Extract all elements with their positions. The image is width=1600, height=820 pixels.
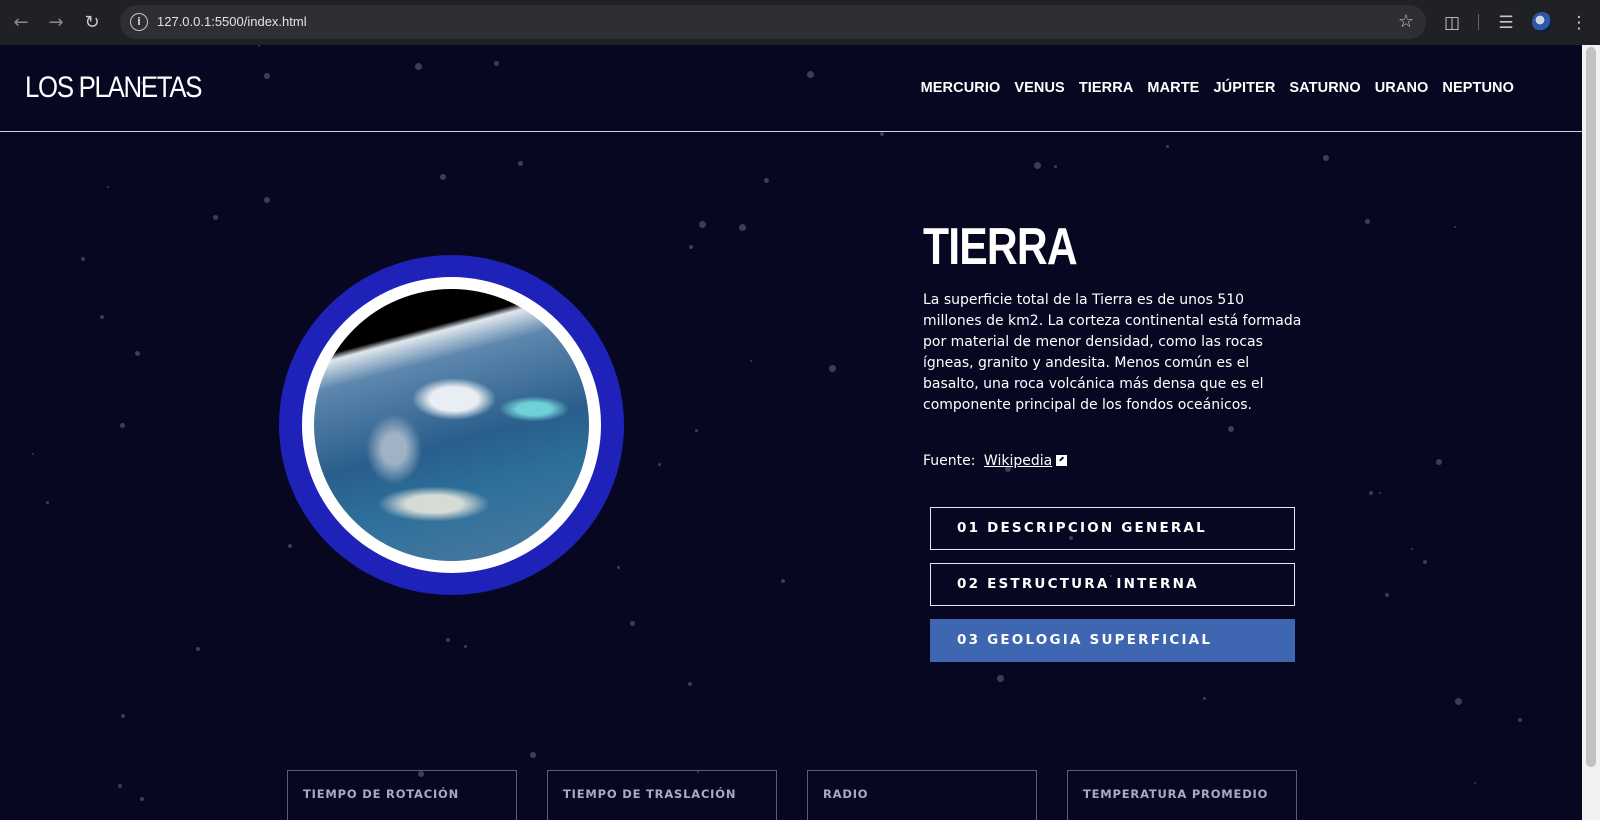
scrollbar-thumb[interactable]: [1586, 47, 1596, 767]
nav-item-neptuno[interactable]: NEPTUNO: [1442, 80, 1514, 96]
planet-description: La superficie total de la Tierra es de u…: [923, 292, 1302, 413]
source-line: Fuente: Wikipedia: [923, 453, 1068, 469]
address-bar[interactable]: i 127.0.0.1:5500/index.html ☆: [120, 5, 1426, 39]
star-dot: [135, 351, 140, 356]
stat-label: TIEMPO DE TRASLACIÓN: [563, 787, 737, 801]
toolbar-separator: [1478, 14, 1479, 30]
stat-card-rotation: TIEMPO DE ROTACIÓN: [287, 770, 517, 820]
browser-toolbar: ← → ↻ i 127.0.0.1:5500/index.html ☆ ◫ ☰ …: [0, 0, 1600, 45]
page: LOS PLANETAS MERCURIO VENUS TIERRA MARTE…: [0, 45, 1582, 820]
extensions-icon[interactable]: ◫: [1440, 11, 1464, 35]
star-dot: [997, 675, 1004, 682]
star-dot: [1474, 782, 1476, 784]
star-dot: [630, 621, 635, 626]
external-link-icon[interactable]: [1056, 455, 1068, 466]
star-dot: [1369, 491, 1373, 495]
star-dot: [118, 784, 122, 788]
stat-card-translation: TIEMPO DE TRASLACIÓN: [547, 770, 777, 820]
star-dot: [107, 186, 109, 188]
star-dot: [1455, 698, 1462, 705]
star-dot: [288, 544, 292, 548]
planet-ring: [279, 255, 624, 595]
star-dot: [1423, 560, 1427, 564]
star-dot: [1166, 145, 1169, 148]
star-icon[interactable]: ☆: [1398, 11, 1414, 32]
nav-item-saturno[interactable]: SATURNO: [1289, 80, 1360, 96]
star-dot: [1411, 548, 1413, 550]
nav-item-mercurio[interactable]: MERCURIO: [921, 80, 1001, 96]
star-dot: [140, 797, 144, 801]
star-dot: [699, 221, 706, 228]
star-dot: [213, 215, 218, 220]
url-text[interactable]: 127.0.0.1:5500/index.html: [157, 14, 307, 29]
star-dot: [81, 257, 85, 261]
star-dot: [264, 197, 270, 203]
tab-descripcion-general[interactable]: 01 DESCRIPCION GENERAL: [930, 507, 1295, 550]
star-dot: [617, 566, 620, 569]
reload-icon[interactable]: ↻: [80, 11, 104, 35]
star-dot: [1385, 593, 1389, 597]
nav-item-jupiter[interactable]: JÚPITER: [1213, 80, 1275, 96]
stat-label: TIEMPO DE ROTACIÓN: [303, 787, 460, 801]
site-logo[interactable]: LOS PLANETAS: [25, 71, 202, 105]
star-dot: [1454, 226, 1456, 228]
media-icon[interactable]: ☰: [1494, 11, 1518, 35]
star-dot: [781, 579, 785, 583]
star-dot: [695, 429, 698, 432]
star-dot: [880, 132, 884, 136]
star-dot: [1379, 492, 1381, 494]
star-dot: [688, 682, 692, 686]
scrollbar[interactable]: [1582, 45, 1600, 820]
star-dot: [440, 174, 446, 180]
forward-icon[interactable]: →: [44, 11, 68, 35]
menu-icon[interactable]: ⋮: [1567, 11, 1591, 35]
star-dot: [464, 645, 467, 648]
info-icon[interactable]: i: [130, 13, 148, 31]
planet-title: TIERRA: [923, 218, 1078, 276]
nav-item-tierra[interactable]: TIERRA: [1079, 80, 1134, 96]
stat-label: RADIO: [823, 787, 869, 801]
site-header: LOS PLANETAS MERCURIO VENUS TIERRA MARTE…: [0, 45, 1582, 132]
star-dot: [1228, 426, 1234, 432]
star-dot: [1054, 165, 1057, 168]
star-dot: [689, 245, 693, 249]
nav-item-urano[interactable]: URANO: [1375, 80, 1429, 96]
main-nav: MERCURIO VENUS TIERRA MARTE JÚPITER SATU…: [921, 80, 1514, 96]
star-dot: [446, 638, 450, 642]
source-link[interactable]: Wikipedia: [984, 453, 1052, 469]
nav-item-venus[interactable]: VENUS: [1014, 80, 1064, 96]
star-dot: [100, 315, 104, 319]
star-dot: [1518, 718, 1522, 722]
star-dot: [1203, 697, 1206, 700]
star-dot: [46, 501, 49, 504]
star-dot: [739, 224, 746, 231]
source-label: Fuente:: [923, 453, 976, 469]
planet-surface-image: [314, 289, 589, 561]
planet-frame: [302, 277, 601, 573]
star-dot: [1323, 155, 1329, 161]
star-dot: [518, 161, 523, 166]
star-dot: [764, 178, 769, 183]
nav-item-marte[interactable]: MARTE: [1147, 80, 1199, 96]
star-dot: [1365, 219, 1370, 224]
star-dot: [750, 360, 752, 362]
starfield-background: [0, 45, 1582, 820]
star-dot: [120, 423, 125, 428]
stat-label: TEMPERATURA PROMEDIO: [1083, 787, 1269, 801]
tab-estructura-interna[interactable]: 02 ESTRUCTURA INTERNA: [930, 563, 1295, 606]
star-dot: [829, 365, 836, 372]
star-dot: [1436, 459, 1442, 465]
star-dot: [32, 453, 34, 455]
star-dot: [121, 714, 125, 718]
stat-card-temperature: TEMPERATURA PROMEDIO: [1067, 770, 1297, 820]
avatar[interactable]: [1532, 12, 1552, 32]
stat-card-radius: RADIO: [807, 770, 1037, 820]
star-dot: [196, 647, 200, 651]
star-dot: [530, 752, 536, 758]
back-icon[interactable]: ←: [9, 11, 33, 35]
star-dot: [1034, 162, 1041, 169]
tab-geologia-superficial[interactable]: 03 GEOLOGIA SUPERFICIAL: [930, 619, 1295, 662]
star-dot: [658, 463, 661, 466]
